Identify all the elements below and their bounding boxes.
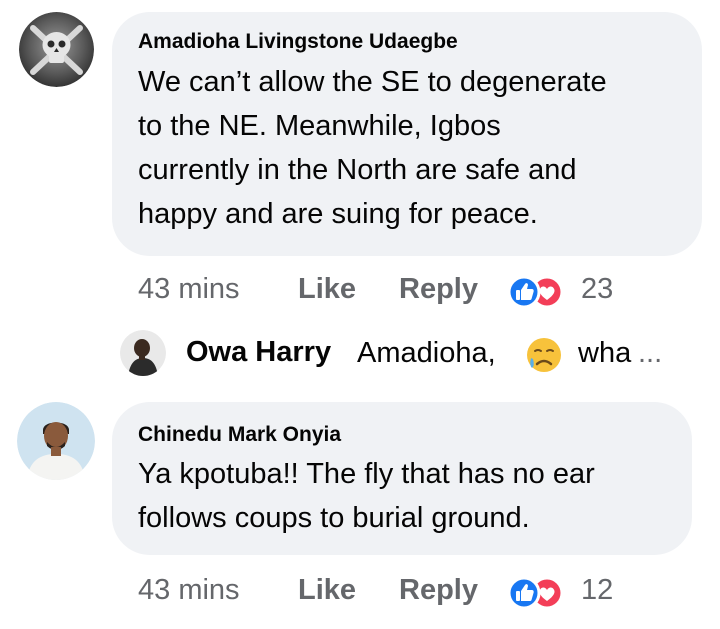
reply-ellipsis[interactable]: ... [638, 337, 662, 370]
comment-text: We can’t allow the SE to degenerate to t… [138, 66, 607, 230]
reply-button[interactable]: Reply [399, 574, 478, 607]
commenter-avatar[interactable] [19, 12, 94, 87]
like-icon [507, 576, 541, 610]
reply-text-continuation[interactable]: wha [578, 337, 631, 370]
reply-author-avatar[interactable] [120, 330, 166, 376]
like-icon [507, 275, 541, 309]
like-button[interactable]: Like [298, 574, 356, 607]
comment-author[interactable]: Amadioha Livingstone Udaegbe [138, 30, 458, 54]
comment-author[interactable]: Chinedu Mark Onyia [138, 423, 341, 447]
reaction-count[interactable]: 12 [581, 574, 613, 607]
comment-text: Ya kpotuba!! The fly that has no ear fol… [138, 458, 595, 534]
skull-crossbones-avatar-icon [19, 12, 94, 87]
commenter-avatar[interactable] [17, 402, 95, 480]
reply-author-name[interactable]: Owa Harry [186, 336, 331, 369]
person-avatar-icon [120, 330, 166, 376]
reaction-count[interactable]: 23 [581, 273, 613, 306]
reaction-summary[interactable] [507, 275, 567, 309]
sad-relieved-face-emoji-icon [527, 338, 561, 372]
reply-text[interactable]: Amadioha, [357, 337, 496, 370]
like-button[interactable]: Like [298, 273, 356, 306]
reply-button[interactable]: Reply [399, 273, 478, 306]
reaction-summary[interactable] [507, 576, 567, 610]
comment-timestamp[interactable]: 43 mins [138, 273, 240, 306]
comment-timestamp[interactable]: 43 mins [138, 574, 240, 607]
person-avatar-icon [17, 402, 95, 480]
